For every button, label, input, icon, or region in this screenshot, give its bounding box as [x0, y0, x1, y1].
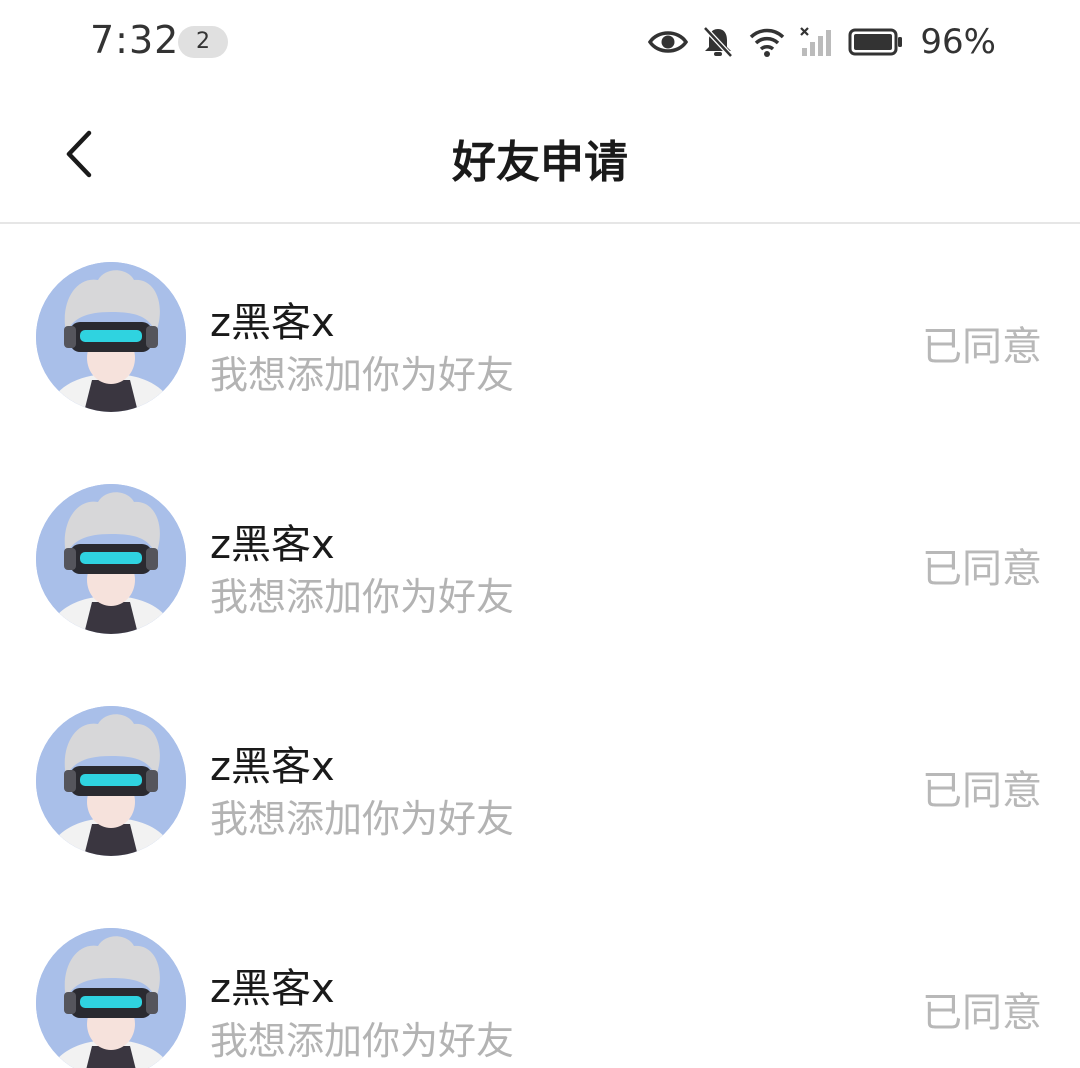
user-name: z黑客x — [210, 300, 335, 346]
request-message: 我想添加你为好友 — [210, 353, 515, 397]
request-message: 我想添加你为好友 — [210, 797, 515, 841]
status-agreed-label: 已同意 — [922, 768, 1042, 814]
status-agreed-label: 已同意 — [922, 990, 1042, 1036]
status-icons: 96% — [648, 20, 996, 64]
friend-request-item[interactable]: z黑客x 我想添加你为好友 已同意 — [0, 892, 1080, 1068]
user-name: z黑客x — [210, 966, 335, 1012]
battery-percentage: 96% — [920, 22, 996, 62]
status-time: 7:32 — [90, 18, 180, 62]
request-message: 我想添加你为好友 — [210, 1019, 515, 1063]
bell-muted-icon — [702, 25, 734, 59]
battery-icon — [848, 27, 904, 57]
status-bar: 7:32 2 96% — [0, 0, 1080, 86]
friend-request-list: z黑客x 我想添加你为好友 已同意 z黑客x 我想添加你为好友 已同意 z黑客x… — [0, 226, 1080, 1068]
signal-icon — [800, 26, 834, 58]
eye-icon — [648, 28, 689, 56]
friend-request-item[interactable]: z黑客x 我想添加你为好友 已同意 — [0, 670, 1080, 892]
header: 好友申请 — [0, 86, 1080, 224]
friend-request-item[interactable]: z黑客x 我想添加你为好友 已同意 — [0, 448, 1080, 670]
wifi-icon — [748, 26, 786, 58]
avatar[interactable] — [36, 706, 186, 856]
page-title: 好友申请 — [452, 137, 628, 188]
friend-request-item[interactable]: z黑客x 我想添加你为好友 已同意 — [0, 226, 1080, 448]
avatar[interactable] — [36, 928, 186, 1068]
status-agreed-label: 已同意 — [922, 324, 1042, 370]
avatar[interactable] — [36, 262, 186, 412]
status-agreed-label: 已同意 — [922, 546, 1042, 592]
avatar[interactable] — [36, 484, 186, 634]
notification-count-badge: 2 — [178, 26, 228, 58]
user-name: z黑客x — [210, 522, 335, 568]
request-message: 我想添加你为好友 — [210, 575, 515, 619]
user-name: z黑客x — [210, 744, 335, 790]
